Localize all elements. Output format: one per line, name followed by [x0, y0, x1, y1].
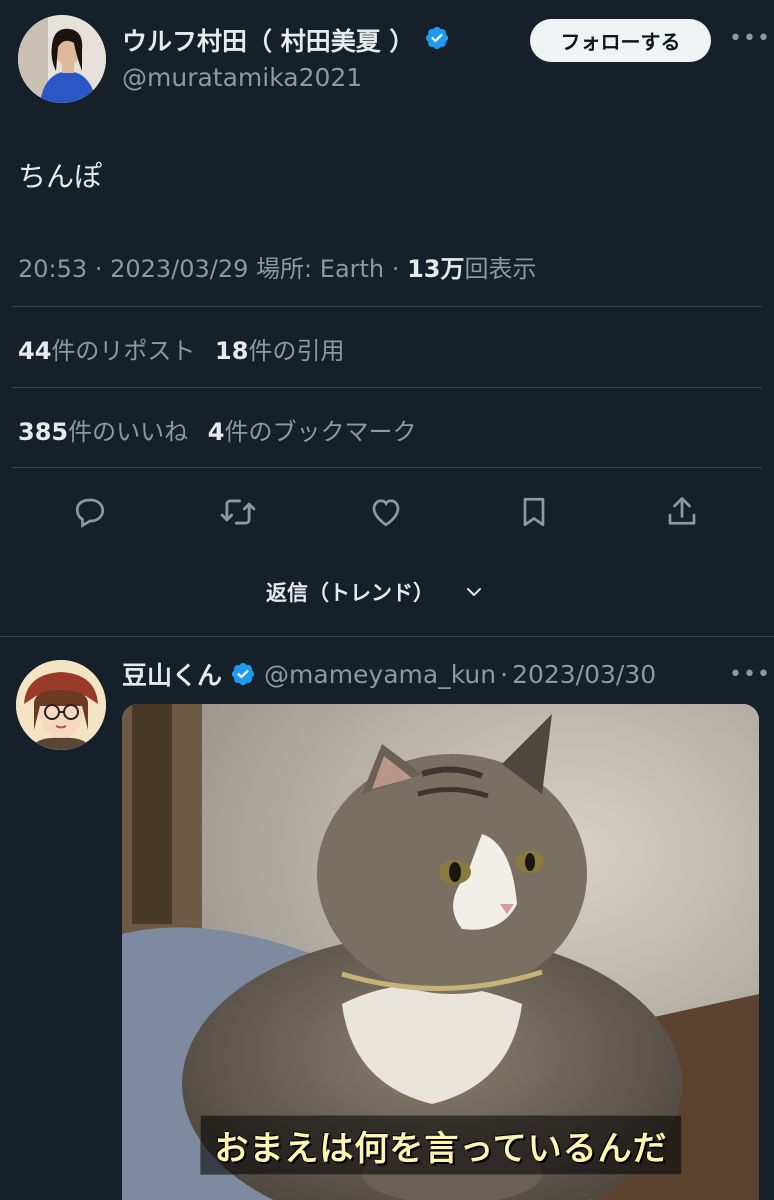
reply-date[interactable]: 2023/03/30: [512, 660, 656, 689]
quotes-link[interactable]: 18件の引用: [215, 337, 344, 365]
reposts-count: 44: [18, 337, 52, 365]
tweet-meta: 20:53 · 2023/03/29 場所: Earth · 13万回表示: [18, 249, 536, 284]
reposts-link[interactable]: 44件のリポスト: [18, 337, 195, 365]
image-caption: おまえは何を言っているんだ: [200, 1115, 682, 1175]
divider: [12, 306, 762, 307]
bookmark-icon: [523, 497, 545, 527]
reply-author-name[interactable]: 豆山くん: [122, 656, 222, 692]
reply-button[interactable]: [70, 492, 110, 532]
retweet-icon: [220, 499, 256, 525]
likes-link[interactable]: 385件のいいね: [18, 418, 188, 446]
share-button[interactable]: [662, 492, 702, 532]
meta-separator: ·: [391, 255, 400, 283]
likes-count: 385: [18, 418, 69, 446]
share-icon: [668, 497, 696, 525]
divider: [12, 467, 762, 468]
author-handle[interactable]: @muratamika2021: [122, 63, 362, 92]
bookmark-button[interactable]: [514, 492, 554, 532]
replies-sort-dropdown[interactable]: 返信（トレンド）: [266, 575, 486, 609]
meta-separator: ·: [94, 255, 103, 283]
like-icon: [372, 499, 400, 527]
section-divider: [0, 636, 774, 637]
repost-quote-stats: 44件のリポスト 18件の引用: [18, 331, 344, 366]
verified-badge-icon: [230, 661, 256, 687]
like-button[interactable]: [366, 492, 406, 532]
author-name-row[interactable]: ウルフ村田（ 村田美夏 ）: [122, 22, 450, 58]
author-avatar[interactable]: [18, 15, 106, 103]
reply-header: 豆山くん @mameyama_kun · 2023/03/30: [122, 656, 656, 692]
bookmarks-label: 件のブックマーク: [224, 418, 417, 446]
verified-badge-icon: [424, 25, 450, 55]
tweet-time[interactable]: 20:53: [18, 255, 87, 283]
tweet-text: ちんぽ: [18, 160, 103, 193]
replies-sort-label: 返信（トレンド）: [266, 581, 434, 605]
reply-author-handle[interactable]: @mameyama_kun: [264, 660, 496, 689]
quotes-label: 件の引用: [248, 337, 345, 365]
divider: [12, 387, 762, 388]
like-bookmark-stats: 385件のいいね 4件のブックマーク: [18, 412, 416, 447]
views-count: 13万: [407, 255, 465, 283]
follow-button[interactable]: フォローする: [530, 19, 711, 62]
reposts-label: 件のリポスト: [51, 337, 196, 365]
retweet-button[interactable]: [218, 492, 258, 532]
tweet-location: 場所: Earth: [256, 255, 385, 283]
reply-author-avatar[interactable]: [16, 660, 106, 750]
author-name: ウルフ村田（ 村田美夏 ）: [122, 27, 415, 56]
tweet-date[interactable]: 2023/03/29: [110, 255, 248, 283]
views-label: 回表示: [464, 255, 537, 283]
bookmarks-count: 4: [207, 418, 225, 446]
more-options-icon[interactable]: •••: [729, 26, 771, 51]
chevron-down-icon: [467, 588, 481, 596]
reply-separator: ·: [500, 659, 509, 689]
bookmarks-link[interactable]: 4件のブックマーク: [208, 418, 417, 446]
reply-more-options-icon[interactable]: •••: [729, 662, 771, 687]
reply-icon: [75, 498, 105, 528]
likes-label: 件のいいね: [68, 418, 189, 446]
quotes-count: 18: [215, 337, 249, 365]
